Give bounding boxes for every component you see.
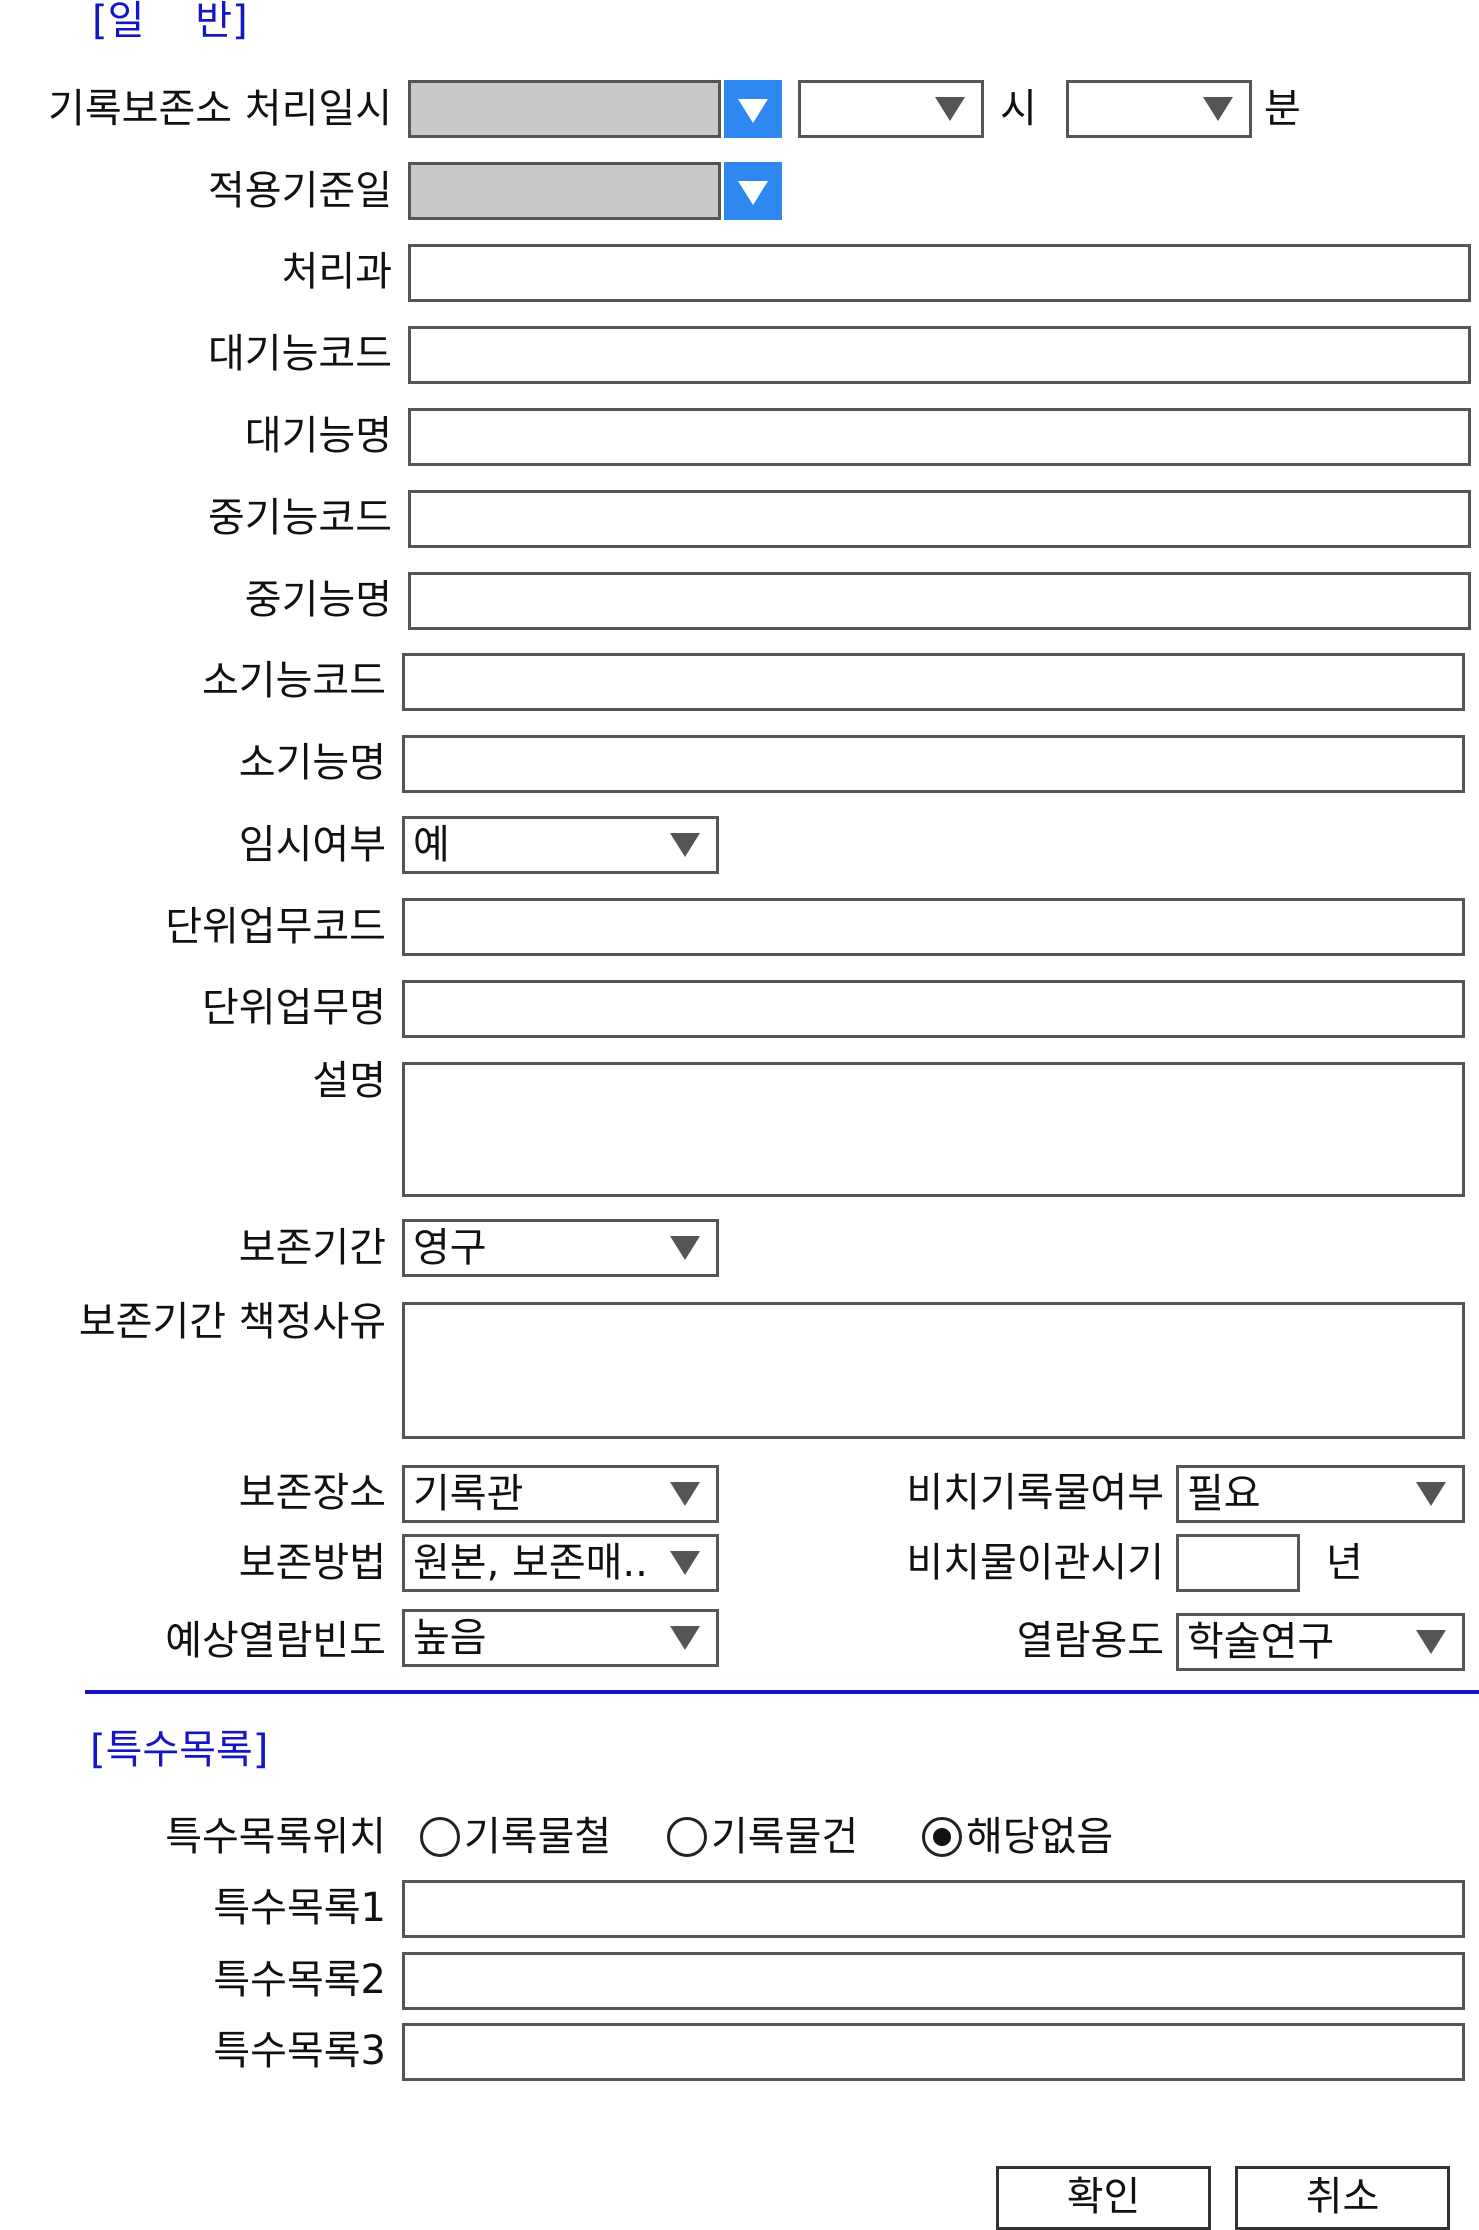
processed-date-field[interactable]: [408, 80, 721, 138]
radio-option-not-applicable[interactable]: 해당없음: [922, 1812, 1113, 1862]
retention-period-select[interactable]: 영구: [402, 1219, 719, 1277]
reference-required-select[interactable]: 필요: [1176, 1465, 1465, 1523]
year-unit-label: 년: [1326, 1540, 1363, 1586]
label-view-purpose: 열람용도: [1016, 1618, 1164, 1664]
triangle-down-icon: [738, 99, 768, 123]
minor-function-code-field[interactable]: [402, 653, 1465, 711]
label-description: 설명: [312, 1058, 386, 1104]
section-title-special: [특수목록]: [90, 1727, 269, 1773]
radio-label-not-applicable: 해당없음: [966, 1814, 1114, 1860]
major-function-name-field[interactable]: [408, 408, 1471, 466]
label-retention-reason: 보존기간 책정사유: [78, 1299, 386, 1345]
label-expected-view-frequency: 예상열람빈도: [165, 1618, 386, 1664]
chevron-down-icon: [670, 833, 700, 857]
unit-task-name-field[interactable]: [402, 980, 1465, 1038]
label-reference-transfer: 비치물이관시기: [906, 1540, 1164, 1586]
chevron-down-icon: [1416, 1630, 1446, 1654]
preservation-method-select-value: 원본, 보존매..: [413, 1540, 648, 1586]
radio-filled-icon[interactable]: [922, 1817, 962, 1857]
label-storage-location: 보존장소: [238, 1470, 386, 1516]
chevron-down-icon: [670, 1551, 700, 1575]
label-unit-task-code: 단위업무코드: [165, 904, 386, 950]
special-list-1-field[interactable]: [402, 1880, 1465, 1938]
section-title-general: [일 반]: [92, 0, 248, 44]
temporary-select-value: 예: [413, 822, 450, 868]
view-purpose-select-value: 학술연구: [1187, 1619, 1335, 1665]
special-list-3-field[interactable]: [402, 2023, 1465, 2081]
radio-label-record-file: 기록물철: [464, 1814, 612, 1860]
retention-period-select-value: 영구: [413, 1225, 487, 1271]
chevron-down-icon: [935, 97, 965, 121]
radio-option-record-file[interactable]: 기록물철: [420, 1812, 611, 1862]
retention-reason-textarea[interactable]: [402, 1302, 1465, 1439]
label-minor-function-name: 소기능명: [238, 740, 386, 786]
description-textarea[interactable]: [402, 1062, 1465, 1197]
minor-function-name-field[interactable]: [402, 735, 1465, 793]
label-major-function-name: 대기능명: [244, 413, 392, 459]
label-special-list-3: 특수목록3: [213, 2028, 386, 2074]
cancel-button[interactable]: 취소: [1235, 2166, 1450, 2230]
label-department: 처리과: [281, 249, 392, 295]
label-unit-task-name: 단위업무명: [202, 985, 386, 1031]
mid-function-code-field[interactable]: [408, 490, 1471, 548]
label-temporary: 임시여부: [238, 822, 386, 868]
preservation-method-select[interactable]: 원본, 보존매..: [402, 1534, 719, 1592]
radio-empty-icon[interactable]: [420, 1817, 460, 1857]
chevron-down-icon: [670, 1482, 700, 1506]
reference-transfer-field[interactable]: [1176, 1534, 1300, 1592]
chevron-down-icon: [1416, 1482, 1446, 1506]
reference-date-dropdown-button[interactable]: [724, 162, 782, 220]
label-mid-function-code: 중기능코드: [208, 495, 392, 541]
view-purpose-select[interactable]: 학술연구: [1176, 1613, 1465, 1671]
label-reference-required: 비치기록물여부: [906, 1470, 1164, 1516]
triangle-down-icon: [738, 181, 768, 205]
label-preservation-method: 보존방법: [238, 1540, 386, 1586]
section-divider: [85, 1690, 1479, 1694]
reference-required-select-value: 필요: [1187, 1471, 1261, 1517]
chevron-down-icon: [1203, 97, 1233, 121]
reference-date-field[interactable]: [408, 162, 721, 220]
minute-unit-label: 분: [1264, 86, 1301, 132]
expected-view-frequency-select-value: 높음: [413, 1615, 487, 1661]
major-function-code-field[interactable]: [408, 326, 1471, 384]
label-special-list-1: 특수목록1: [213, 1885, 386, 1931]
confirm-button[interactable]: 확인: [996, 2166, 1211, 2230]
hour-unit-label: 시: [1000, 86, 1037, 132]
label-special-list-2: 특수목록2: [213, 1957, 386, 2003]
label-retention-period: 보존기간: [238, 1225, 386, 1271]
label-reference-date: 적용기준일: [208, 168, 392, 214]
radio-empty-icon[interactable]: [667, 1817, 707, 1857]
label-special-location: 특수목록위치: [165, 1814, 386, 1860]
chevron-down-icon: [670, 1236, 700, 1260]
hour-select[interactable]: [798, 80, 984, 138]
special-list-2-field[interactable]: [402, 1952, 1465, 2010]
expected-view-frequency-select[interactable]: 높음: [402, 1609, 719, 1667]
unit-task-code-field[interactable]: [402, 898, 1465, 956]
label-minor-function-code: 소기능코드: [202, 658, 386, 704]
storage-location-select-value: 기록관: [413, 1471, 524, 1517]
minute-select[interactable]: [1066, 80, 1252, 138]
temporary-select[interactable]: 예: [402, 816, 719, 874]
radio-option-record-item[interactable]: 기록물건: [667, 1812, 858, 1862]
chevron-down-icon: [670, 1626, 700, 1650]
storage-location-select[interactable]: 기록관: [402, 1465, 719, 1523]
mid-function-name-field[interactable]: [408, 572, 1471, 630]
label-mid-function-name: 중기능명: [244, 577, 392, 623]
radio-label-record-item: 기록물건: [711, 1814, 859, 1860]
label-major-function-code: 대기능코드: [208, 331, 392, 377]
department-field[interactable]: [408, 244, 1471, 302]
label-processed-datetime: 기록보존소 처리일시: [48, 86, 392, 132]
processed-date-dropdown-button[interactable]: [724, 80, 782, 138]
